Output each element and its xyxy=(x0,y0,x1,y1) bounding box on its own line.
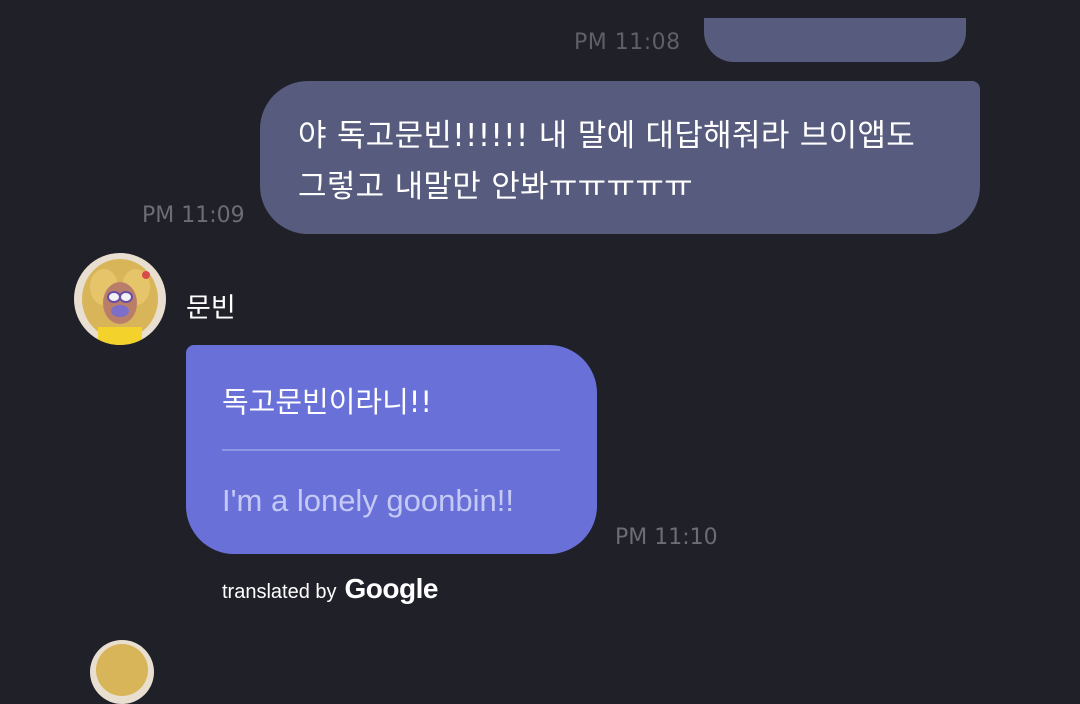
sender-avatar[interactable] xyxy=(74,253,166,345)
google-logo: Google xyxy=(344,573,439,604)
incoming-message-translation: I'm a lonely goonbin!! xyxy=(222,483,514,518)
outgoing-message-line: 야 독고문빈!!!!!! 내 말에 대답해줘라 브이앱도 xyxy=(298,118,916,154)
outgoing-message-bubble[interactable]: 야 독고문빈!!!!!! 내 말에 대답해줘라 브이앱도 그렇고 내말만 안봐ㅠ… xyxy=(260,81,980,234)
avatar-image xyxy=(90,640,154,704)
translation-divider xyxy=(222,449,560,451)
incoming-message-bubble[interactable]: 독고문빈이라니!! I'm a lonely goonbin!! xyxy=(186,345,597,554)
next-sender-avatar[interactable] xyxy=(90,640,154,704)
sender-name[interactable]: 문빈 xyxy=(186,286,236,325)
avatar-image xyxy=(74,253,166,345)
outgoing-message-time: PM 11:09 xyxy=(142,203,245,228)
outgoing-message-line: 그렇고 내말만 안봐ㅠㅠㅠㅠㅠ xyxy=(298,169,693,205)
translated-by-label: translated by xyxy=(222,581,337,603)
incoming-message-text: 독고문빈이라니!! xyxy=(222,385,433,419)
previous-message-time: PM 11:08 xyxy=(574,30,681,55)
incoming-message-time: PM 11:10 xyxy=(615,525,718,550)
translation-credit: translated by Google xyxy=(222,573,438,605)
chat-thread: PM 11:08 PM 11:09 야 독고문빈!!!!!! 내 말에 대답해줘… xyxy=(0,0,1080,704)
previous-message-bubble[interactable] xyxy=(704,18,966,62)
